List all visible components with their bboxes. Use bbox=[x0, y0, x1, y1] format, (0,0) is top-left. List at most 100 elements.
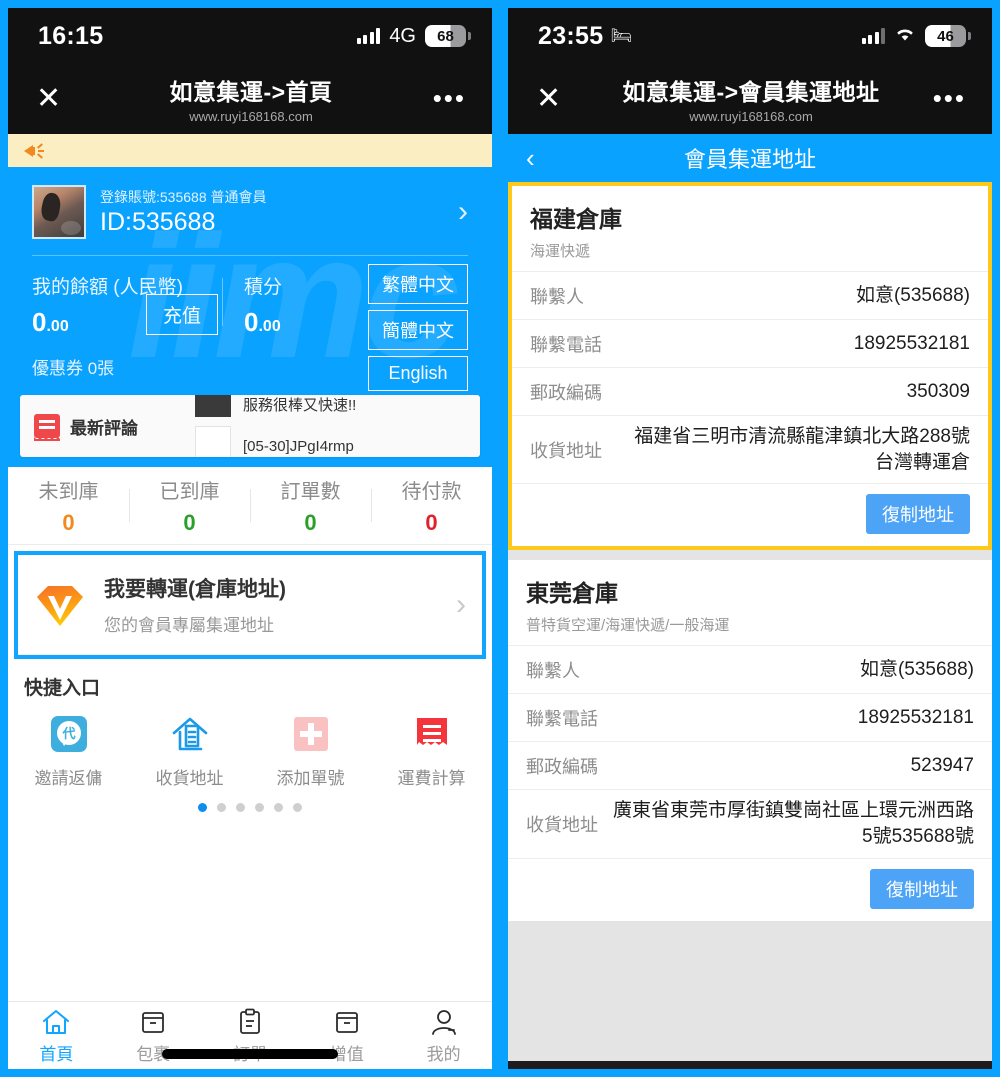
stat-label: 待付款 bbox=[401, 481, 462, 503]
table-row: 郵政編碼 523947 bbox=[508, 742, 992, 791]
chevron-right-icon: › bbox=[458, 195, 468, 228]
battery-indicator: 46 bbox=[925, 25, 971, 47]
stat-label: 已到庫 bbox=[159, 481, 220, 503]
invite-commission-icon: 代 bbox=[47, 712, 91, 756]
empty-area bbox=[508, 920, 992, 1061]
nav-title: 會員集運地址 bbox=[683, 147, 816, 172]
left-phone-screen: 16:15 4G 68 ✕ 如意集運->首頁 www.ruyi168168.co… bbox=[0, 0, 500, 1077]
row-value: 18925532181 bbox=[853, 332, 970, 354]
page-title: 如意集運->會員集運地址 bbox=[622, 78, 880, 105]
balance-decimal: .00 bbox=[46, 318, 69, 335]
battery-indicator: 68 bbox=[425, 25, 471, 47]
quick-item-address[interactable]: 收貨地址 bbox=[129, 712, 250, 789]
table-row: 聯繫人 如意(535688) bbox=[512, 272, 988, 320]
recharge-button[interactable]: 充值 bbox=[146, 294, 219, 335]
copy-address-button[interactable]: 復制地址 bbox=[870, 868, 974, 909]
review-text: 服務很棒又快速!! bbox=[243, 396, 357, 414]
stat-value: 0 bbox=[183, 510, 196, 535]
announcement-bar[interactable] bbox=[8, 134, 492, 167]
warehouse-name: 福建倉庫 bbox=[530, 206, 622, 232]
stat-pending-payment[interactable]: 待付款 0 bbox=[371, 475, 492, 536]
close-icon[interactable]: ✕ bbox=[36, 84, 70, 114]
page-title: 如意集運->首頁 bbox=[169, 78, 333, 105]
table-row: 收貨地址 廣東省東莞市厚街鎮雙崗社區上環元洲西路5號535688號 bbox=[508, 790, 992, 859]
status-time: 16:15 bbox=[38, 21, 104, 50]
row-value: 如意(535688) bbox=[859, 658, 974, 680]
more-options-icon[interactable]: ••• bbox=[432, 86, 466, 111]
review-title: 最新評論 bbox=[70, 418, 138, 438]
transfer-highlight-box: 我要轉運(倉庫地址) 您的會員專屬集運地址 › bbox=[14, 551, 486, 659]
dual-screenshot: 16:15 4G 68 ✕ 如意集運->首頁 www.ruyi168168.co… bbox=[0, 0, 1000, 1077]
browser-title-bar-right: ✕ 如意集運->會員集運地址 www.ruyi168168.com ••• bbox=[508, 64, 992, 134]
stat-not-arrived[interactable]: 未到庫 0 bbox=[8, 475, 129, 536]
row-value: 18925532181 bbox=[857, 706, 974, 728]
bottom-tab-bar: 首頁 包裹 增值 我的 bbox=[8, 1001, 492, 1069]
row-label: 聯繫電話 bbox=[530, 334, 602, 355]
carousel-dot[interactable] bbox=[236, 803, 245, 812]
stat-arrived[interactable]: 已到庫 0 bbox=[129, 475, 250, 536]
quick-item-freight[interactable]: 運費計算 bbox=[371, 712, 492, 789]
row-value: 廣東省東莞市厚街鎮雙崗社區上環元洲西路5號535688號 bbox=[612, 800, 974, 847]
avatar bbox=[32, 185, 86, 239]
language-option-english[interactable]: English bbox=[368, 356, 468, 391]
wifi-icon bbox=[894, 26, 916, 47]
tab-label: 首頁 bbox=[39, 1044, 74, 1064]
row-label: 收貨地址 bbox=[526, 814, 598, 835]
language-option-traditional[interactable]: 繁體中文 bbox=[368, 264, 468, 304]
quick-item-label: 收貨地址 bbox=[155, 769, 224, 788]
transfer-subtitle: 您的會員專屬集運地址 bbox=[104, 616, 274, 635]
network-type-label: 4G bbox=[389, 24, 416, 47]
more-options-icon[interactable]: ••• bbox=[932, 86, 966, 111]
carousel-dot[interactable] bbox=[255, 803, 264, 812]
card-gap bbox=[508, 550, 992, 561]
carousel-dot[interactable] bbox=[217, 803, 226, 812]
points-label: 積分 bbox=[244, 277, 283, 298]
row-value: 福建省三明市清流縣龍津鎮北大路288號台灣轉運倉 bbox=[634, 426, 970, 473]
profile-row[interactable]: 登錄賬號:535688 普通會員 ID:535688 › bbox=[32, 167, 468, 255]
account-label: 登錄賬號:535688 普通會員 bbox=[100, 189, 267, 205]
back-button[interactable]: ‹ bbox=[526, 143, 535, 174]
row-label: 收貨地址 bbox=[530, 440, 602, 461]
carousel-dot[interactable] bbox=[274, 803, 283, 812]
page-url: www.ruyi168168.com bbox=[689, 108, 813, 124]
row-label: 郵政編碼 bbox=[526, 756, 598, 777]
carousel-dot[interactable] bbox=[198, 803, 207, 812]
value-added-icon bbox=[332, 1007, 362, 1037]
carousel-dot[interactable] bbox=[293, 803, 302, 812]
warehouse-header: 東莞倉庫 普特貨空運/海運快遞/一般海運 bbox=[508, 560, 992, 647]
tab-label: 我的 bbox=[426, 1044, 461, 1064]
row-value: 523947 bbox=[910, 754, 974, 776]
warehouse-methods: 普特貨空運/海運快遞/一般海運 bbox=[526, 617, 730, 635]
table-row: 聯繫電話 18925532181 bbox=[512, 320, 988, 368]
signal-bars-icon bbox=[861, 28, 885, 44]
close-icon[interactable]: ✕ bbox=[536, 84, 570, 114]
stat-order-count[interactable]: 訂單數 0 bbox=[250, 475, 371, 536]
language-option-simplified[interactable]: 簡體中文 bbox=[368, 310, 468, 350]
review-thumbnail bbox=[195, 395, 231, 417]
home-icon bbox=[41, 1007, 71, 1037]
latest-review-card[interactable]: 最新評論 服務很棒又快速!! [05-30]JPgI4rmp bbox=[20, 395, 480, 457]
carousel-dots[interactable] bbox=[8, 789, 492, 822]
status-bar-left: 16:15 4G 68 bbox=[8, 8, 492, 64]
stat-label: 訂單數 bbox=[280, 481, 341, 503]
quick-entry-section: 快捷入口 代 邀請返傭 收貨地址 添加單號 運費計算 bbox=[8, 659, 492, 822]
quick-item-label: 添加單號 bbox=[276, 769, 345, 788]
transfer-title: 我要轉運(倉庫地址) bbox=[104, 578, 286, 601]
stat-value: 0 bbox=[62, 510, 75, 535]
table-row: 郵政編碼 350309 bbox=[512, 368, 988, 416]
row-label: 聯繫人 bbox=[526, 660, 580, 681]
quick-entry-title: 快捷入口 bbox=[24, 678, 101, 699]
transfer-entry-row[interactable]: 我要轉運(倉庫地址) 您的會員專屬集運地址 › bbox=[18, 555, 482, 655]
quick-item-invite[interactable]: 代 邀請返傭 bbox=[8, 712, 129, 789]
list-item: [05-30]JPgI4rmp bbox=[195, 425, 480, 457]
balance-integer: 0 bbox=[32, 307, 47, 337]
row-label: 聯繫人 bbox=[530, 286, 584, 307]
table-row: 聯繫人 如意(535688) bbox=[508, 646, 992, 695]
user-header-section: iimc 登錄賬號:535688 普通會員 ID:535688 › 我的餘額 (… bbox=[8, 167, 492, 395]
tab-profile[interactable]: 我的 bbox=[395, 1007, 492, 1065]
tab-home[interactable]: 首頁 bbox=[8, 1007, 105, 1065]
quick-item-label: 邀請返傭 bbox=[34, 769, 103, 788]
copy-address-button[interactable]: 復制地址 bbox=[866, 494, 970, 535]
quick-item-add-tracking[interactable]: 添加單號 bbox=[250, 712, 371, 789]
quick-item-label: 運費計算 bbox=[397, 769, 466, 788]
